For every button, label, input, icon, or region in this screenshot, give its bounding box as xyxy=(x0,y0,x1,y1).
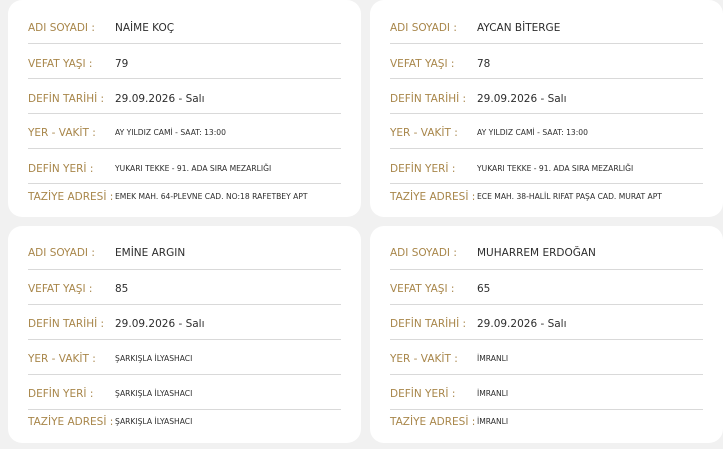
name-label: ADI SOYADI : xyxy=(390,247,457,259)
place-time-row: YER - VAKİT : AY YILDIZ CAMİ - SAAT: 13:… xyxy=(28,123,341,143)
place-time-row: YER - VAKİT : ŞARKIŞLA İLYASHACI xyxy=(28,349,341,369)
burial-date-label: DEFİN TARİHİ : xyxy=(28,318,105,330)
burial-date-value: 29.09.2026 - Salı xyxy=(477,93,567,105)
age-value: 79 xyxy=(115,58,129,70)
burial-place-label: DEFİN YERİ : xyxy=(28,388,94,400)
condolence-address-value: İMRANLI xyxy=(477,417,509,426)
divider xyxy=(28,269,341,270)
condolence-address-value: EMEK MAH. 64-PLEVNE CAD. NO:18 RAFETBEY … xyxy=(115,192,308,201)
burial-place-label: DEFİN YERİ : xyxy=(390,388,456,400)
burial-place-row: DEFİN YERİ : YUKARI TEKKE - 91. ADA SIRA… xyxy=(28,159,341,179)
divider xyxy=(28,339,341,340)
name-label: ADI SOYADI : xyxy=(28,247,95,259)
burial-date-row: DEFİN TARİHİ : 29.09.2026 - Salı xyxy=(390,314,703,334)
age-label: VEFAT YAŞI : xyxy=(28,58,93,70)
obituary-card: ADI SOYADI : AYCAN BİTERGE VEFAT YAŞI : … xyxy=(370,0,723,217)
place-time-label: YER - VAKİT : xyxy=(390,127,458,139)
condolence-address-label: TAZİYE ADRESİ : xyxy=(390,416,476,428)
name-value: MUHARREM ERDOĞAN xyxy=(477,247,596,259)
name-value: NAİME KOÇ xyxy=(115,22,175,34)
place-time-value: AY YILDIZ CAMİ - SAAT: 13:00 xyxy=(115,128,226,137)
burial-date-value: 29.09.2026 - Salı xyxy=(115,93,205,105)
age-row: VEFAT YAŞI : 79 xyxy=(28,54,341,74)
condolence-address-label: TAZİYE ADRESİ : xyxy=(390,191,476,203)
obituary-card: ADI SOYADI : NAİME KOÇ VEFAT YAŞI : 79 D… xyxy=(8,0,361,217)
condolence-address-row: TAZİYE ADRESİ : ŞARKIŞLA İLYASHACI xyxy=(28,412,341,432)
obituary-card: ADI SOYADI : MUHARREM ERDOĞAN VEFAT YAŞI… xyxy=(370,226,723,443)
condolence-address-value: ŞARKIŞLA İLYASHACI xyxy=(115,417,193,426)
divider xyxy=(28,43,341,44)
condolence-address-value: ECE MAH. 38-HALİL RIFAT PAŞA CAD. MURAT … xyxy=(477,192,662,201)
place-time-label: YER - VAKİT : xyxy=(28,127,96,139)
divider xyxy=(28,113,341,114)
divider xyxy=(390,339,703,340)
place-time-row: YER - VAKİT : İMRANLI xyxy=(390,349,703,369)
divider xyxy=(390,269,703,270)
place-time-label: YER - VAKİT : xyxy=(390,353,458,365)
age-value: 65 xyxy=(477,283,491,295)
name-row: ADI SOYADI : MUHARREM ERDOĞAN xyxy=(390,243,703,263)
burial-date-row: DEFİN TARİHİ : 29.09.2026 - Salı xyxy=(28,314,341,334)
age-value: 85 xyxy=(115,283,129,295)
burial-date-label: DEFİN TARİHİ : xyxy=(28,93,105,105)
burial-place-value: YUKARI TEKKE - 91. ADA SIRA MEZARLIĞI xyxy=(477,164,634,173)
age-label: VEFAT YAŞI : xyxy=(390,58,455,70)
burial-place-row: DEFİN YERİ : ŞARKIŞLA İLYASHACI xyxy=(28,384,341,404)
place-time-row: YER - VAKİT : AY YILDIZ CAMİ - SAAT: 13:… xyxy=(390,123,703,143)
burial-place-label: DEFİN YERİ : xyxy=(28,163,94,175)
burial-place-value: İMRANLI xyxy=(477,389,509,398)
divider xyxy=(390,304,703,305)
divider xyxy=(390,409,703,410)
burial-date-row: DEFİN TARİHİ : 29.09.2026 - Salı xyxy=(28,89,341,109)
place-time-value: İMRANLI xyxy=(477,354,509,363)
condolence-address-label: TAZİYE ADRESİ : xyxy=(28,416,114,428)
burial-place-value: ŞARKIŞLA İLYASHACI xyxy=(115,389,193,398)
obituary-card: ADI SOYADI : EMİNE ARGIN VEFAT YAŞI : 85… xyxy=(8,226,361,443)
divider xyxy=(28,374,341,375)
condolence-address-label: TAZİYE ADRESİ : xyxy=(28,191,114,203)
burial-date-value: 29.09.2026 - Salı xyxy=(477,318,567,330)
name-value: AYCAN BİTERGE xyxy=(477,22,561,34)
place-time-value: AY YILDIZ CAMİ - SAAT: 13:00 xyxy=(477,128,588,137)
name-label: ADI SOYADI : xyxy=(28,22,95,34)
burial-date-label: DEFİN TARİHİ : xyxy=(390,93,467,105)
divider xyxy=(28,304,341,305)
divider xyxy=(28,409,341,410)
divider xyxy=(390,374,703,375)
divider xyxy=(390,148,703,149)
divider xyxy=(28,78,341,79)
burial-place-label: DEFİN YERİ : xyxy=(390,163,456,175)
divider xyxy=(390,78,703,79)
divider xyxy=(390,113,703,114)
burial-place-value: YUKARI TEKKE - 91. ADA SIRA MEZARLIĞI xyxy=(115,164,272,173)
divider xyxy=(28,183,341,184)
burial-date-row: DEFİN TARİHİ : 29.09.2026 - Salı xyxy=(390,89,703,109)
burial-place-row: DEFİN YERİ : İMRANLI xyxy=(390,384,703,404)
divider xyxy=(390,43,703,44)
name-label: ADI SOYADI : xyxy=(390,22,457,34)
place-time-value: ŞARKIŞLA İLYASHACI xyxy=(115,354,193,363)
condolence-address-row: TAZİYE ADRESİ : İMRANLI xyxy=(390,412,703,432)
burial-date-label: DEFİN TARİHİ : xyxy=(390,318,467,330)
age-label: VEFAT YAŞI : xyxy=(390,283,455,295)
age-row: VEFAT YAŞI : 65 xyxy=(390,279,703,299)
age-row: VEFAT YAŞI : 78 xyxy=(390,54,703,74)
name-row: ADI SOYADI : AYCAN BİTERGE xyxy=(390,18,703,38)
place-time-label: YER - VAKİT : xyxy=(28,353,96,365)
burial-date-value: 29.09.2026 - Salı xyxy=(115,318,205,330)
name-row: ADI SOYADI : EMİNE ARGIN xyxy=(28,243,341,263)
name-row: ADI SOYADI : NAİME KOÇ xyxy=(28,18,341,38)
condolence-address-row: TAZİYE ADRESİ : ECE MAH. 38-HALİL RIFAT … xyxy=(390,187,703,207)
name-value: EMİNE ARGIN xyxy=(115,247,186,259)
divider xyxy=(390,183,703,184)
burial-place-row: DEFİN YERİ : YUKARI TEKKE - 91. ADA SIRA… xyxy=(390,159,703,179)
condolence-address-row: TAZİYE ADRESİ : EMEK MAH. 64-PLEVNE CAD.… xyxy=(28,187,341,207)
age-value: 78 xyxy=(477,58,491,70)
age-label: VEFAT YAŞI : xyxy=(28,283,93,295)
divider xyxy=(28,148,341,149)
age-row: VEFAT YAŞI : 85 xyxy=(28,279,341,299)
